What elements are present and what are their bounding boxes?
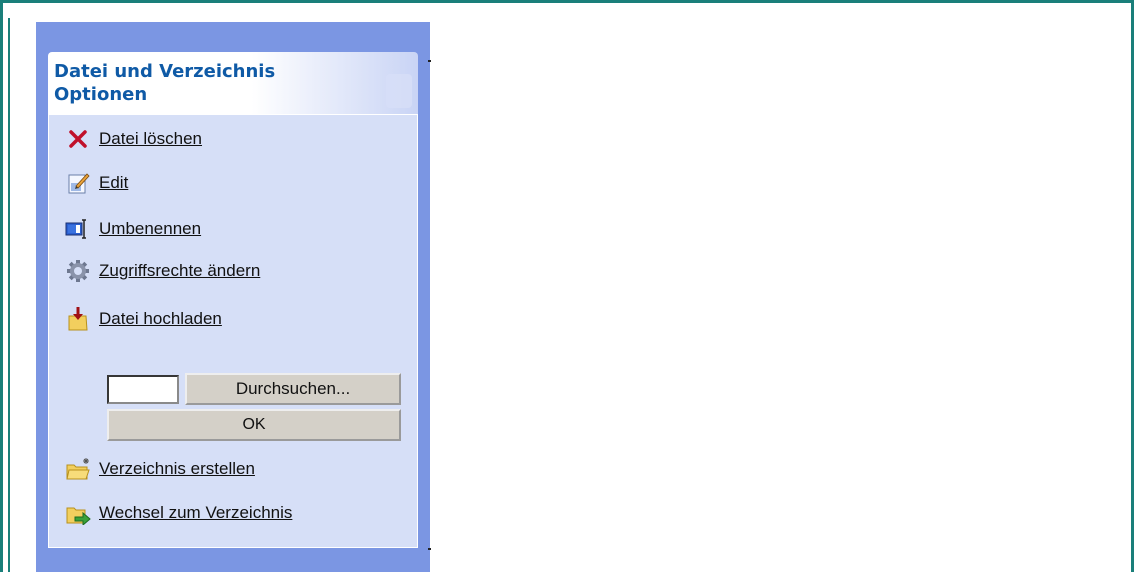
edge-mark	[428, 548, 431, 550]
collapse-chevron-icon[interactable]	[386, 74, 412, 108]
new-folder-icon	[65, 456, 91, 482]
task-label[interactable]: Edit	[99, 173, 128, 193]
go-to-folder-icon	[65, 500, 91, 526]
task-label[interactable]: Datei hochladen	[99, 309, 222, 329]
task-label[interactable]: Wechsel zum Verzeichnis	[99, 503, 292, 523]
frame-left-border	[0, 0, 3, 572]
group-header[interactable]: Datei und Verzeichnis Optionen	[48, 52, 418, 114]
task-label[interactable]: Datei löschen	[99, 129, 202, 149]
rename-icon	[65, 216, 91, 242]
task-change-permissions[interactable]: Zugriffsrechte ändern	[65, 259, 260, 283]
task-label[interactable]: Zugriffsrechte ändern	[99, 261, 260, 281]
group-body: Datei löschen Edit Umbenennen Zugriffsre…	[48, 114, 418, 548]
browse-button[interactable]: Durchsuchen...	[185, 373, 401, 405]
task-go-to-directory[interactable]: Wechsel zum Verzeichnis	[65, 501, 292, 525]
task-pane: Datei und Verzeichnis Optionen Datei lös…	[36, 22, 430, 572]
frame-inner-border	[8, 18, 10, 572]
task-upload-file[interactable]: Datei hochladen	[65, 307, 222, 331]
group-title: Datei und Verzeichnis Optionen	[54, 61, 276, 105]
frame-top-border	[0, 0, 1134, 3]
task-delete-file[interactable]: Datei löschen	[65, 127, 202, 151]
delete-x-icon	[65, 126, 91, 152]
task-label[interactable]: Umbenennen	[99, 219, 201, 239]
task-edit[interactable]: Edit	[65, 171, 128, 195]
edge-mark	[428, 60, 431, 62]
task-rename[interactable]: Umbenennen	[65, 217, 201, 241]
task-label[interactable]: Verzeichnis erstellen	[99, 459, 255, 479]
file-path-input[interactable]	[107, 375, 179, 404]
task-create-directory[interactable]: Verzeichnis erstellen	[65, 457, 255, 481]
gear-icon	[65, 258, 91, 284]
upload-folder-icon	[65, 306, 91, 332]
ok-button[interactable]: OK	[107, 409, 401, 441]
edit-document-icon	[65, 170, 91, 196]
